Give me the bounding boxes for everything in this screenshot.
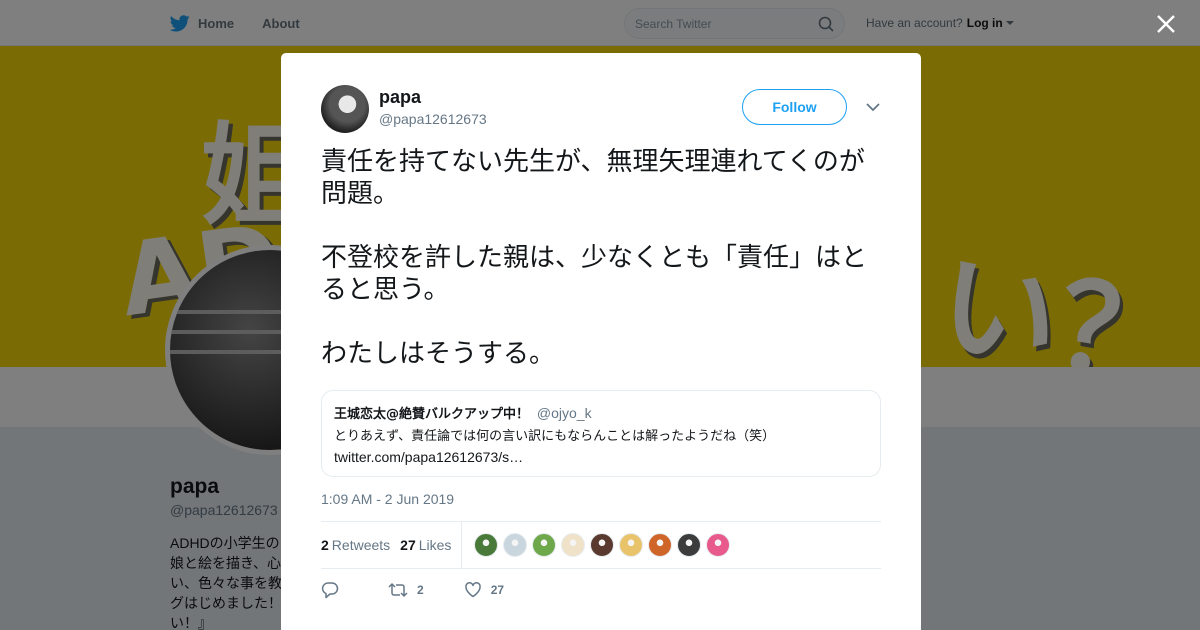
likes-count: 27: [400, 537, 416, 553]
tweet-stats: 2 Retweets 27 Likes: [321, 521, 881, 569]
like-button[interactable]: 27: [464, 581, 504, 599]
liker-avatar[interactable]: [474, 533, 499, 557]
liker-avatar[interactable]: [648, 533, 673, 557]
author-name[interactable]: papa: [379, 87, 421, 108]
retweet-button[interactable]: 2: [388, 581, 424, 599]
close-icon[interactable]: [1153, 11, 1179, 37]
like-count: 27: [490, 583, 505, 597]
liker-avatars: [474, 533, 735, 557]
quote-author-name: 王城恋太@絶賛バルクアップ中！: [334, 407, 530, 422]
stats-divider: [461, 521, 463, 569]
retweets-stat[interactable]: 2 Retweets: [321, 537, 390, 553]
tweet-text: 責任を持てない先生が、無理矢理連れてくのが問題。 不登校を許した親は、少なくとも…: [321, 146, 887, 370]
tweet-paragraph: わたしはそうする。: [321, 339, 556, 369]
author-handle[interactable]: @papa12612673: [379, 111, 487, 127]
quoted-tweet[interactable]: 王城恋太@絶賛バルクアップ中！ @ojyo_k とりあえず、責任論では何の言い訳…: [321, 390, 881, 477]
tweet-paragraph: 責任を持てない先生が、無理矢理連れてくのが問題。: [321, 147, 865, 209]
follow-button[interactable]: Follow: [742, 89, 847, 125]
retweets-label: Retweets: [331, 537, 391, 553]
tweet-actions: 2 27: [321, 580, 881, 600]
reply-button[interactable]: [321, 581, 348, 599]
retweets-count: 2: [321, 537, 329, 553]
likes-label: Likes: [418, 537, 452, 553]
likes-stat[interactable]: 27 Likes: [400, 537, 451, 553]
quote-author-handle: @ojyo_k: [536, 405, 592, 421]
liker-avatar[interactable]: [503, 533, 528, 557]
heart-icon: [464, 582, 481, 598]
liker-avatar[interactable]: [532, 533, 557, 557]
chevron-down-icon[interactable]: [865, 99, 881, 115]
liker-avatar[interactable]: [619, 533, 644, 557]
reply-icon: [321, 582, 339, 599]
tweet-paragraph: 不登校を許した親は、少なくとも「責任」はとると思う。: [321, 243, 868, 305]
author-avatar[interactable]: [321, 85, 369, 133]
quote-header: 王城恋太@絶賛バルクアップ中！ @ojyo_k: [334, 403, 868, 425]
retweet-icon: [388, 582, 408, 598]
retweet-count: 2: [417, 583, 424, 597]
liker-avatar[interactable]: [706, 533, 731, 557]
liker-avatar[interactable]: [590, 533, 615, 557]
quote-link[interactable]: twitter.com/papa12612673/s…: [334, 447, 868, 467]
quote-text: とりあえず、責任論では何の言い訳にもならんことは解ったようだね（笑）: [334, 429, 776, 444]
liker-avatar[interactable]: [677, 533, 702, 557]
liker-avatar[interactable]: [561, 533, 586, 557]
tweet-modal: papa @papa12612673 Follow 責任を持てない先生が、無理矢…: [281, 53, 921, 630]
tweet-timestamp[interactable]: 1:09 AM - 2 Jun 2019: [321, 491, 454, 507]
